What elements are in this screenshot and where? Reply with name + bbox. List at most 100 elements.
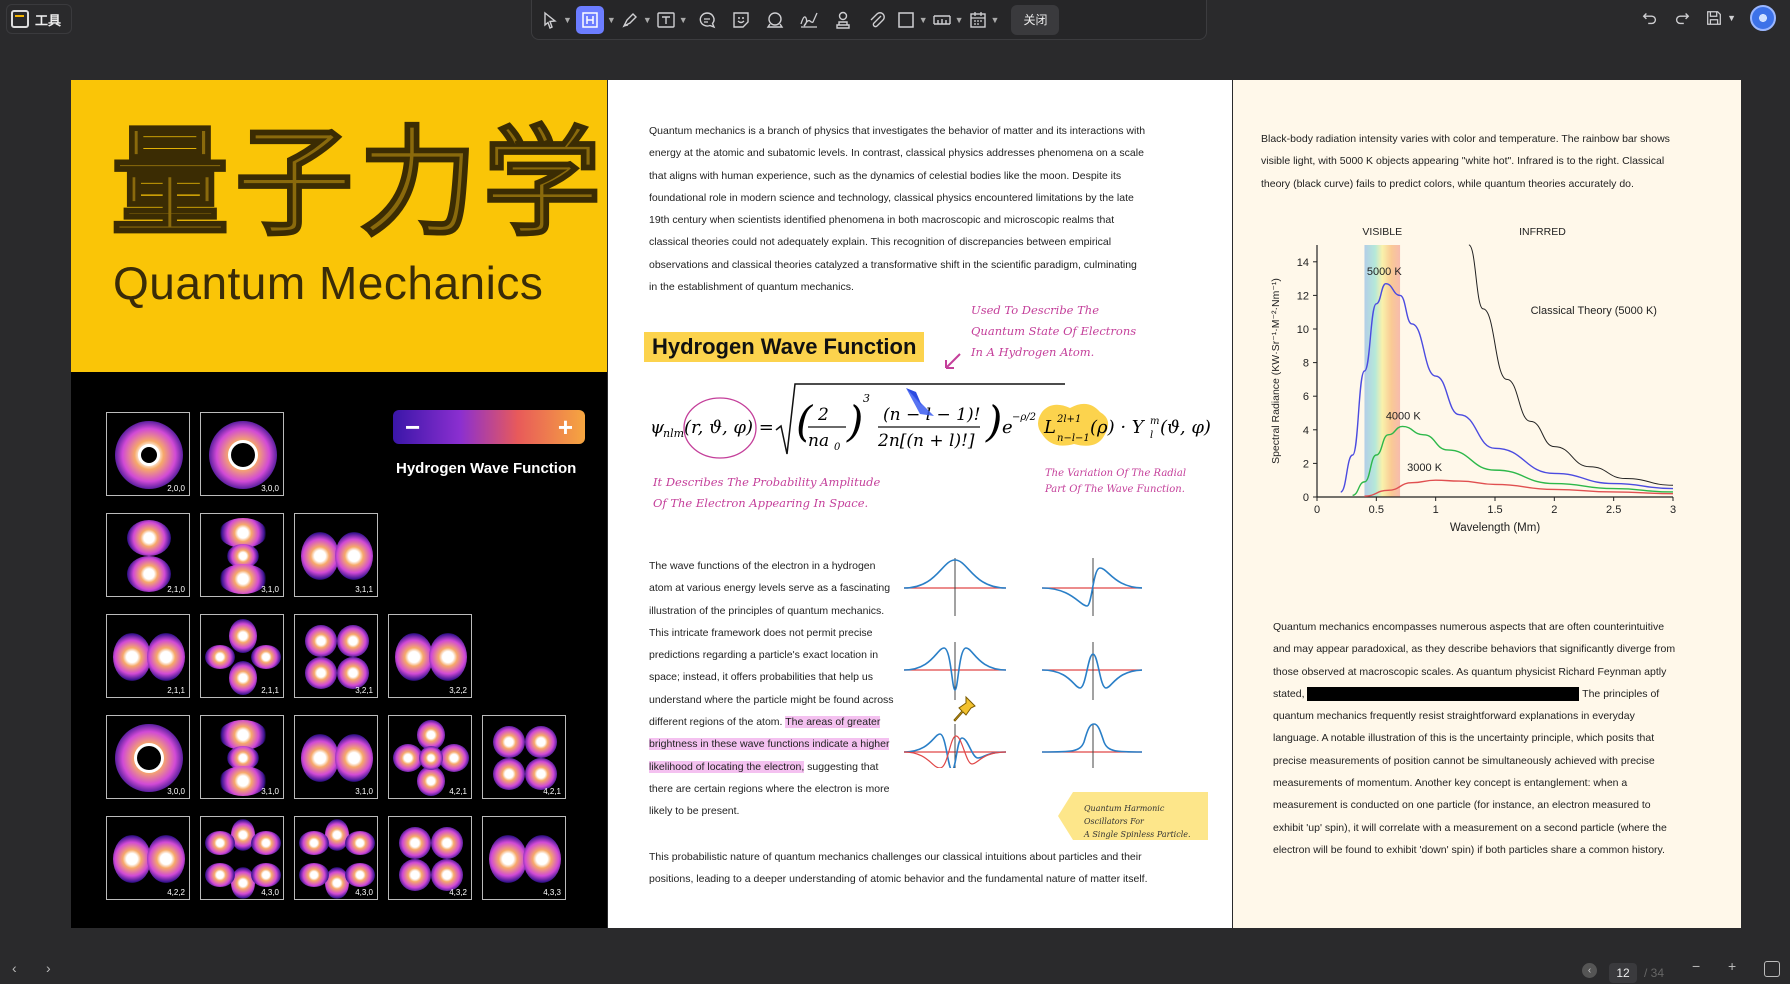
- annot-top-line: Used To Describe The: [971, 303, 1100, 317]
- marker-tool[interactable]: ▼: [620, 5, 652, 35]
- feynman-line: exhibit 'up' spin), it will correlate wi…: [1273, 821, 1667, 834]
- y-tick-label: 6: [1303, 391, 1309, 403]
- region-label-infrared: INFRRED: [1519, 226, 1566, 238]
- annotation-radial: The Variation Of The Radial Part Of The W…: [1045, 466, 1186, 498]
- svg-text:(ρ) · Y: (ρ) · Y: [1090, 417, 1146, 438]
- save-menu-chevron-icon[interactable]: ▼: [1727, 13, 1736, 23]
- close-button[interactable]: 关闭: [1011, 4, 1060, 35]
- intro-line: foundational role in modern science and …: [649, 191, 1134, 204]
- body-line: understand where the particle might be f…: [649, 693, 894, 706]
- prev-page-chevron-icon[interactable]: ‹: [12, 960, 17, 976]
- svg-text:na: na: [808, 431, 829, 451]
- orbital-thumbnail[interactable]: 3,1,1: [294, 513, 378, 597]
- orbital-lobe: [305, 657, 337, 689]
- orbital-thumbnail[interactable]: 2,1,1: [200, 614, 284, 698]
- orbital-lobe: [489, 835, 527, 883]
- orbital-label: 3,1,0: [261, 787, 279, 796]
- orbital-thumbnail[interactable]: 2,1,0: [106, 513, 190, 597]
- calendar-icon: [969, 11, 986, 28]
- slider-plus-button[interactable]: +: [558, 412, 573, 443]
- body-line: This intricate framework does not permit…: [649, 626, 873, 639]
- orbital-thumbnail[interactable]: 4,3,0: [200, 816, 284, 900]
- user-avatar[interactable]: [1750, 5, 1776, 31]
- redaction-box[interactable]: [1307, 687, 1580, 702]
- shape-tool[interactable]: ▼: [896, 5, 928, 35]
- document-spread: 量子力学 Quantum Mechanics 2,0,0 3,0,0 2,1,0 3,…: [71, 80, 1741, 928]
- feynman-paragraph: Quantum mechanics encompasses numerous a…: [1273, 616, 1733, 861]
- svg-text:(ϑ, φ): (ϑ, φ): [1160, 417, 1210, 438]
- sticky-note[interactable]: Quantum Harmonic Oscillators For A Single…: [1058, 792, 1208, 840]
- highlight-span: brightness in these wave functions indic…: [649, 738, 890, 751]
- orbital-lobe: [127, 520, 171, 556]
- tools-menu-label: 工具: [35, 12, 62, 28]
- attachment-tool[interactable]: [862, 5, 892, 35]
- slider-minus-button[interactable]: −: [405, 412, 420, 443]
- text-box-tool[interactable]: ▼: [575, 5, 616, 35]
- orbital-thumbnail[interactable]: 3,0,0: [106, 715, 190, 799]
- save-icon[interactable]: [1705, 9, 1723, 27]
- calendar-tool[interactable]: ▼: [968, 5, 999, 35]
- body-line: The wave functions of the electron in a …: [649, 560, 876, 572]
- cursor-arrow-icon: [544, 11, 557, 29]
- series-label-3000k: 3000 K: [1407, 462, 1443, 474]
- select-tool[interactable]: ▼: [540, 5, 572, 35]
- page-number-input[interactable]: 12: [1609, 963, 1637, 983]
- tools-menu-button[interactable]: 工具: [6, 4, 73, 34]
- orbital-lobe: [113, 835, 151, 883]
- svg-text:): ): [985, 397, 1002, 446]
- orbital-thumbnail[interactable]: 3,2,2: [388, 614, 472, 698]
- text-tool[interactable]: ▼: [656, 5, 688, 35]
- text-span: The principles of: [1579, 687, 1660, 700]
- orbital-thumbnail[interactable]: 4,2,2: [106, 816, 190, 900]
- orbital-lobe: [113, 633, 151, 681]
- page-back-icon[interactable]: ‹: [1582, 963, 1597, 978]
- undo-icon[interactable]: [1641, 9, 1659, 27]
- orbital-thumbnail[interactable]: 2,1,1: [106, 614, 190, 698]
- orbital-thumbnail[interactable]: 3,1,0: [200, 715, 284, 799]
- next-page-chevron-icon[interactable]: ›: [46, 960, 51, 976]
- zoom-out-icon[interactable]: −: [1692, 958, 1700, 974]
- orbital-thumbnail[interactable]: 4,3,3: [482, 816, 566, 900]
- y-tick-label: 0: [1303, 492, 1309, 504]
- sticker-tool[interactable]: [726, 5, 756, 35]
- feynman-line: electron will be found to exhibit 'down'…: [1273, 843, 1665, 856]
- orbital-thumbnail[interactable]: 3,1,0: [294, 715, 378, 799]
- orbital-thumbnail[interactable]: 3,2,1: [294, 614, 378, 698]
- orbital-thumbnail[interactable]: 2,0,0: [106, 412, 190, 496]
- orbital-lobe: [419, 746, 443, 770]
- square-shape-icon: [897, 11, 914, 28]
- feynman-line: measurements of momentum. Another key co…: [1273, 777, 1628, 790]
- comment-tool[interactable]: [692, 5, 722, 35]
- signature-tool[interactable]: [794, 5, 824, 35]
- fit-page-icon[interactable]: [1764, 961, 1780, 977]
- orbital-lobe: [299, 863, 329, 887]
- user-stamp-tool[interactable]: [828, 5, 858, 35]
- series-label-4000k: 4000 K: [1386, 411, 1422, 423]
- orbital-label: 2,1,1: [261, 686, 279, 695]
- orbital-thumbnail[interactable]: 4,2,1: [388, 715, 472, 799]
- cover-header: 量子力学 Quantum Mechanics: [71, 80, 607, 372]
- orbital-thumbnail[interactable]: 3,0,0: [200, 412, 284, 496]
- annot-right-line: The Variation Of The Radial: [1045, 468, 1187, 479]
- orbital-thumbnail[interactable]: 4,2,1: [482, 715, 566, 799]
- redo-icon[interactable]: [1673, 9, 1691, 27]
- orbital-lobe: [337, 657, 369, 689]
- orbital-thumbnail[interactable]: 4,3,2: [388, 816, 472, 900]
- svg-text:2: 2: [817, 405, 829, 425]
- x-tick-label: 1: [1433, 504, 1439, 516]
- stamp-tool[interactable]: [760, 5, 790, 35]
- orbital-lobe: [335, 532, 373, 580]
- sticky-line: A Single Spinless Particle.: [1084, 830, 1191, 839]
- orbital-lobe: [251, 831, 281, 855]
- zoom-in-icon[interactable]: +: [1728, 958, 1736, 974]
- orbital-lobe: [399, 827, 431, 859]
- x-tick-label: 1.5: [1487, 504, 1502, 516]
- orbital-thumbnail[interactable]: 3,1,0: [200, 513, 284, 597]
- text-span: suggesting that: [804, 760, 879, 773]
- wave-function-slider[interactable]: − +: [393, 410, 585, 444]
- orbital-label: 2,1,0: [167, 585, 185, 594]
- orbital-lobe: [439, 744, 469, 772]
- orbital-lobe: [345, 831, 375, 855]
- measure-tool[interactable]: ▼: [932, 5, 964, 35]
- orbital-thumbnail[interactable]: 4,3,0: [294, 816, 378, 900]
